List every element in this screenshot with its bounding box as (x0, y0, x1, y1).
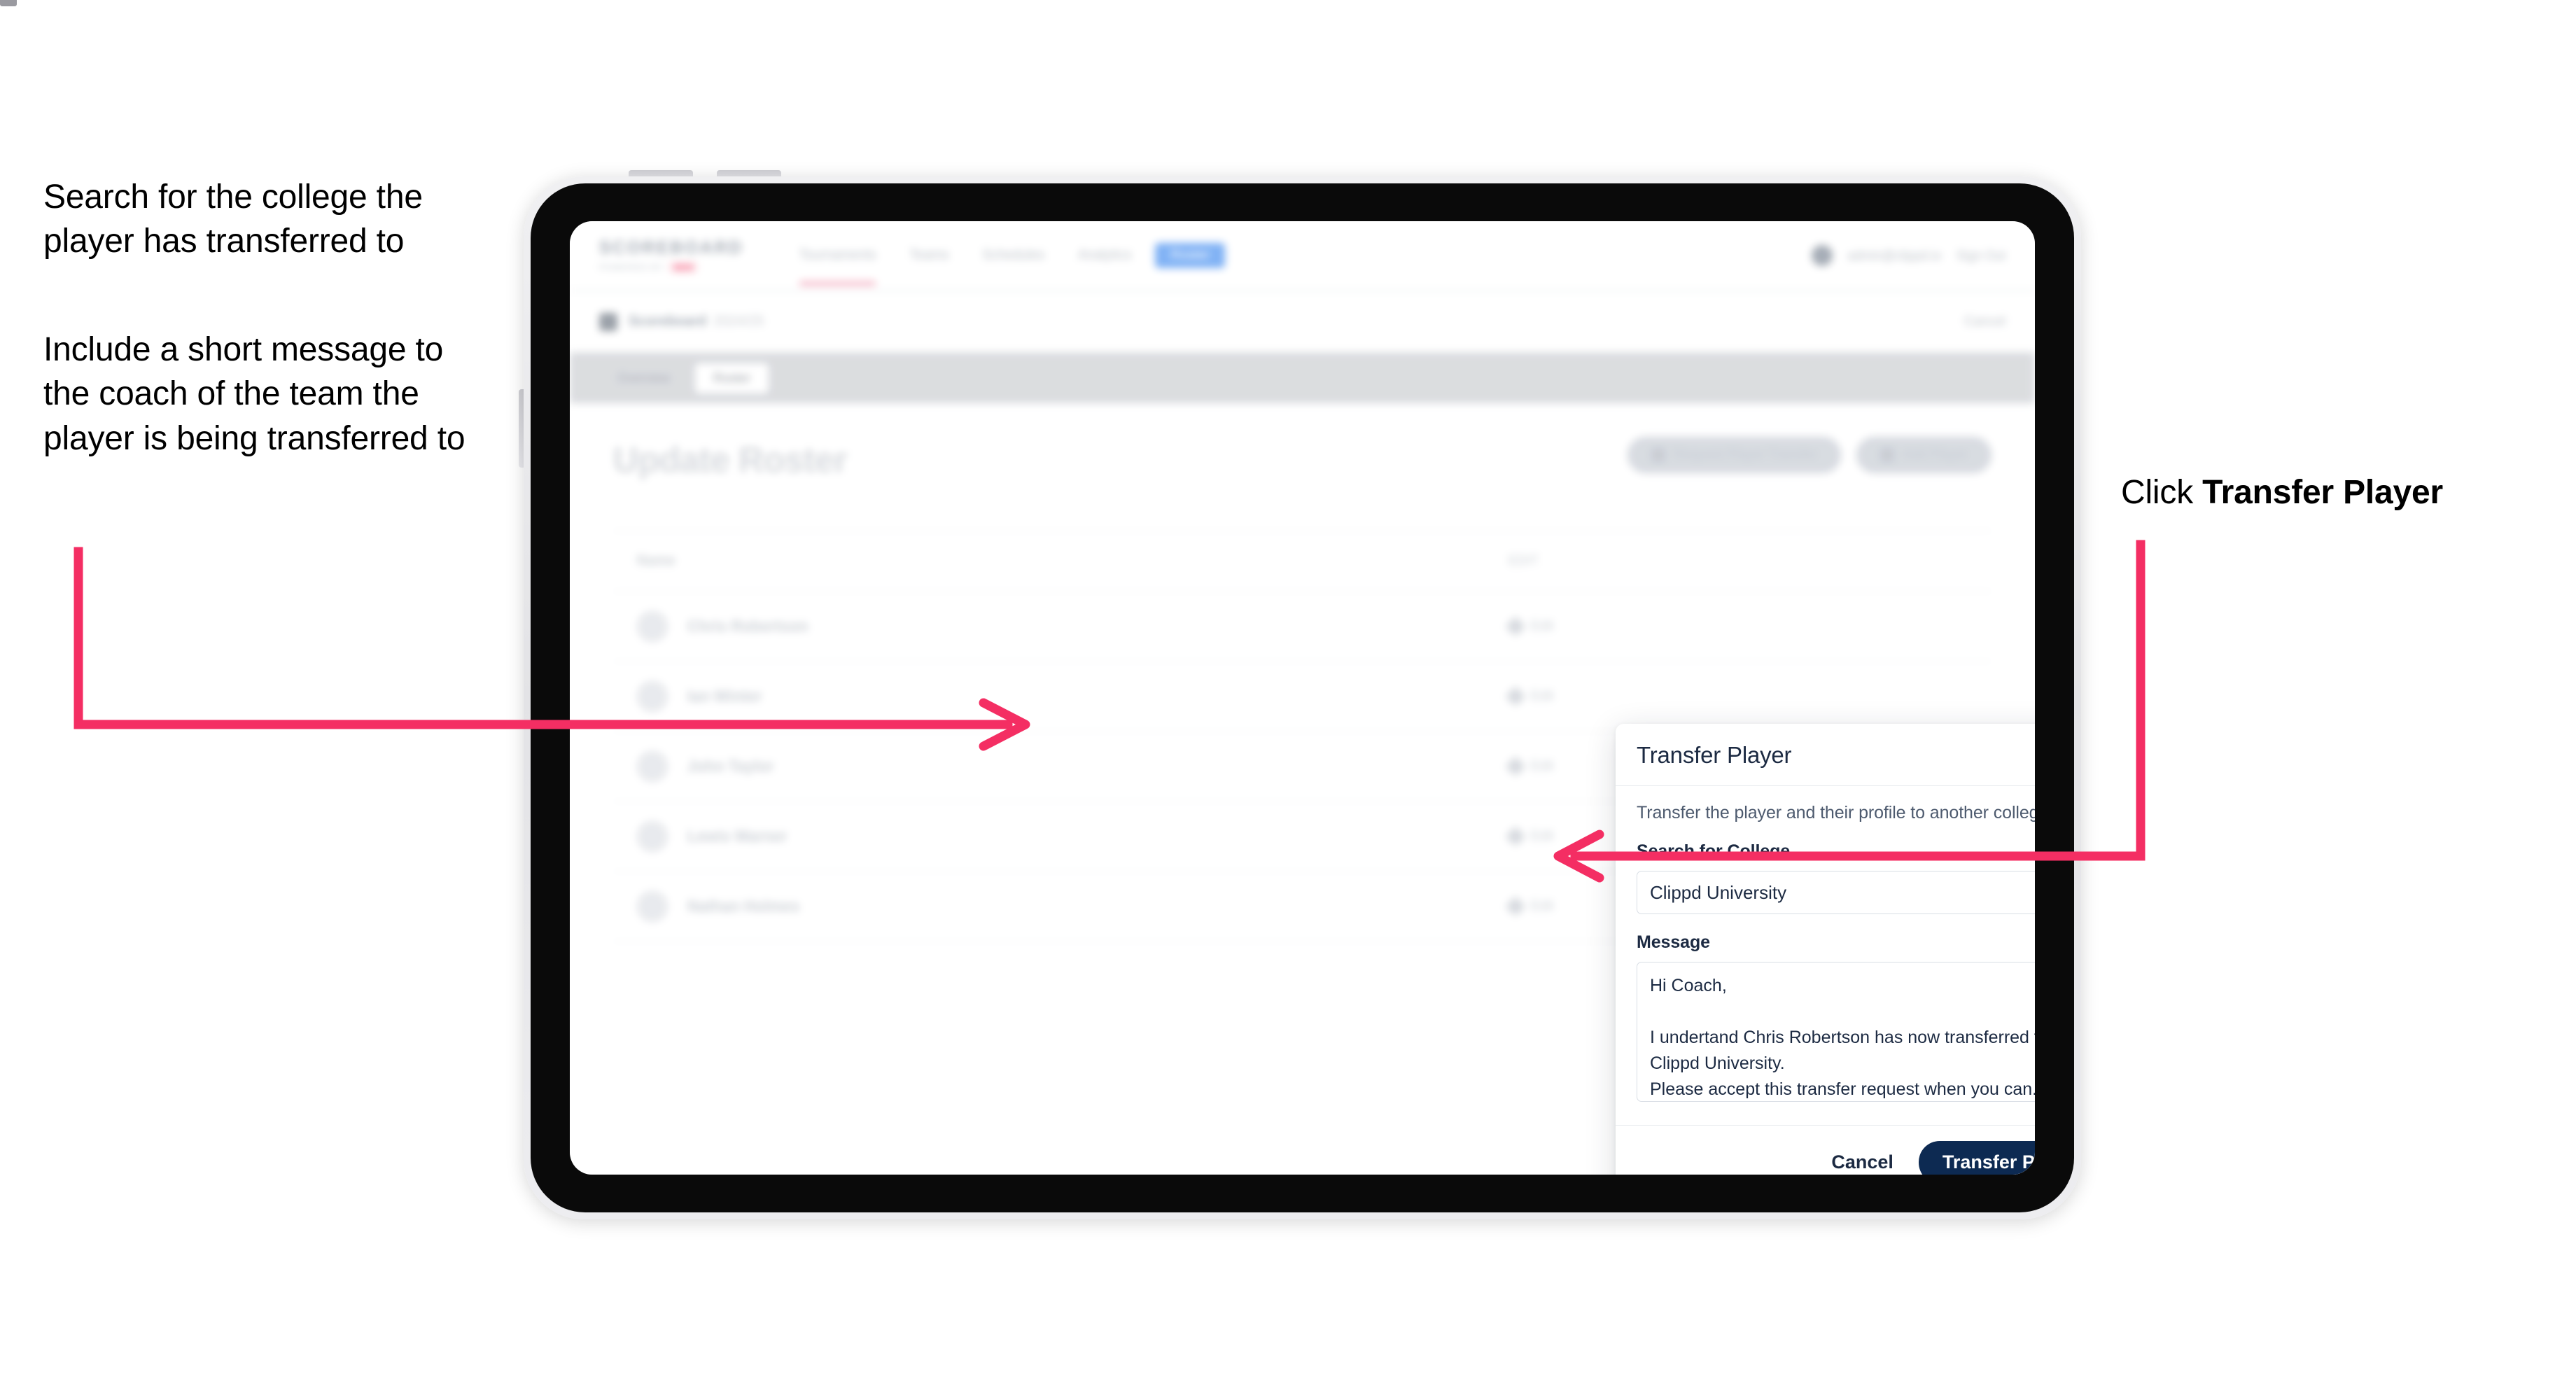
annotation-right-prefix: Click (2121, 474, 2203, 511)
dialog-title: Transfer Player (1637, 742, 1792, 768)
annotation-click-transfer-player: Click Transfer Player (2121, 470, 2555, 514)
annotation-right-bold: Transfer Player (2202, 474, 2444, 511)
tablet-screen: SCOREBOARD POWERED BY NEW Tournaments Te… (570, 221, 2035, 1175)
dialog-header: Transfer Player (1616, 724, 2035, 786)
tablet-device-frame: SCOREBOARD POWERED BY NEW Tournaments Te… (524, 176, 2081, 1219)
transfer-player-button[interactable]: Transfer Player (1918, 1141, 2035, 1175)
tablet-bezel: SCOREBOARD POWERED BY NEW Tournaments Te… (531, 183, 2074, 1212)
dialog-body: Transfer the player and their profile to… (1616, 786, 2035, 1125)
charging-port (0, 0, 17, 6)
dialog-footer: Cancel Transfer Player (1616, 1125, 2035, 1175)
message-textarea[interactable] (1637, 962, 2035, 1102)
search-college-input[interactable] (1637, 871, 2035, 914)
message-label: Message (1637, 932, 1710, 952)
transfer-player-dialog: Transfer Player Transfer the player and … (1616, 724, 2035, 1175)
dialog-subtitle: Transfer the player and their profile to… (1637, 803, 2035, 822)
annotation-search-college: Search for the college the player has tr… (43, 178, 423, 260)
annotation-include-message: Include a short message to the coach of … (43, 331, 465, 457)
message-field-block: Message (1637, 932, 2035, 1105)
screenshot-canvas: Search for the college the player has tr… (0, 0, 2576, 1386)
search-college-label: Search for College (1637, 841, 1791, 861)
cancel-button[interactable]: Cancel (1827, 1144, 1898, 1175)
college-field-block: Search for College (1637, 841, 2035, 914)
